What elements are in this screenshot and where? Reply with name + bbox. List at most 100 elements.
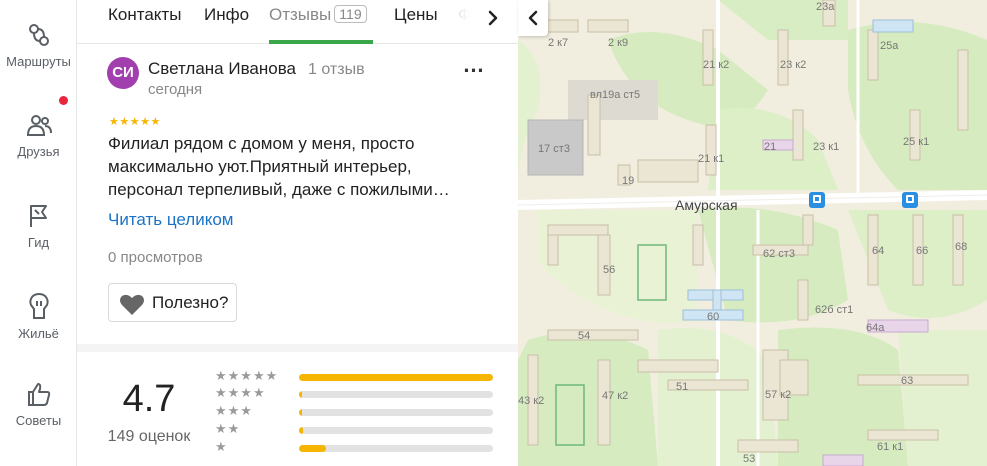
rating-row-fill (299, 391, 302, 398)
building-label: 2 к7 (548, 37, 568, 49)
friends-icon (26, 115, 52, 136)
building-label: вл19а ст5 (590, 89, 640, 101)
review-date: сегодня (148, 81, 203, 98)
building-label: 47 к2 (602, 390, 628, 402)
review-text: Филиал рядом с домом у меня, просто макс… (108, 134, 450, 199)
rail-item-routes[interactable]: Маршруты (0, 22, 77, 69)
rating-row-stars: ★★★★ (215, 385, 266, 400)
notification-dot (59, 96, 68, 105)
routes-icon (28, 24, 49, 46)
rating-row: ★★★★ (215, 385, 495, 400)
building-label: 25а (880, 40, 899, 52)
thumbs-up-icon (27, 383, 50, 406)
tab-prices[interactable]: Цены (394, 5, 438, 25)
building-label: 56 (603, 264, 615, 276)
useful-label: Полезно? (152, 293, 229, 312)
collapse-panel-button[interactable] (518, 0, 548, 36)
bus-stop-icon[interactable] (902, 192, 918, 208)
building-label: 23 к1 (813, 141, 839, 153)
building-label: 51 (676, 381, 688, 393)
rail-label-guide: Гид (27, 235, 50, 250)
chevron-left-icon (528, 10, 538, 26)
map[interactable]: 23а 2 к7 2 к9 25а 21 к2 23 к2 вл19а ст5 21 23 к1… (518, 0, 987, 466)
rail-label-housing: Жильё (18, 326, 59, 341)
building-label: 54 (578, 330, 590, 342)
rail-item-guide[interactable]: Гид (0, 203, 77, 250)
building-label: 23а (816, 1, 835, 13)
building-label: 2 к9 (608, 37, 628, 49)
rail-label-routes: Маршруты (6, 54, 71, 69)
tab-fade (442, 0, 482, 42)
app-root: Маршруты Друзья Гид Жильё Советы Контакт… (0, 0, 987, 466)
rail-item-housing[interactable]: Жильё (0, 292, 77, 341)
rating-row-track (299, 427, 493, 434)
rating-row-fill (299, 445, 327, 452)
rating-row-fill (299, 427, 303, 434)
rating-value: 4.7 (122, 378, 176, 420)
building-label: 64а (866, 322, 885, 334)
rating-row-track (299, 445, 493, 452)
building-label: 62 ст3 (763, 248, 795, 260)
guide-flag-icon (29, 205, 47, 227)
tab-reviews-label: Отзывы (269, 5, 332, 24)
rating-row-fill (299, 374, 493, 381)
building-label: 53 (743, 453, 755, 465)
building-label: 25 к1 (903, 136, 929, 148)
author-name[interactable]: Светлана Иванова (148, 59, 296, 78)
tabs-next-button[interactable] (479, 4, 507, 32)
chevron-right-icon (488, 10, 498, 26)
rating-count: 149 оценок (107, 428, 191, 445)
tab-reviews[interactable]: Отзывы 119 (269, 5, 367, 25)
heart-icon (120, 294, 144, 315)
rating-row-track (299, 409, 493, 416)
useful-button[interactable]: Полезно? (108, 283, 237, 322)
rating-row-stars: ★ (215, 439, 228, 454)
building-label: 57 к2 (765, 389, 791, 401)
building-label: 68 (955, 241, 967, 253)
building-label: 64 (872, 245, 884, 257)
building-label: 21 (764, 141, 776, 153)
rating-row: ★★★★★ (215, 368, 495, 383)
avatar[interactable]: СИ (107, 57, 139, 89)
building-label: 63 (901, 375, 913, 387)
tab-contacts[interactable]: Контакты (108, 5, 181, 25)
place-panel: Контакты Инфо Отзывы119 Цены Ф СИ Светла… (77, 0, 518, 466)
building-label: 19 (622, 175, 634, 187)
rail-item-tips[interactable]: Советы (0, 381, 77, 428)
read-more-link[interactable]: Читать целиком (108, 210, 234, 230)
ratings-summary: 4.7 149 оценок ★★★★★ ★★★★ ★★★ ★★ ★ (77, 344, 518, 466)
rating-row-fill (299, 409, 302, 416)
rail-item-friends[interactable]: Друзья (0, 112, 77, 159)
building-label: 62б ст1 (815, 304, 853, 316)
rating-row: ★★ (215, 421, 495, 436)
more-options-button[interactable]: … (460, 54, 488, 83)
rating-row-stars: ★★★ (215, 403, 253, 418)
building-label: 23 к2 (780, 59, 806, 71)
left-rail: Маршруты Друзья Гид Жильё Советы (0, 0, 77, 466)
building-label: 43 к2 (518, 395, 544, 407)
rating-row: ★ (215, 439, 495, 454)
rating-row-stars: ★★★★★ (215, 368, 279, 383)
rail-label-friends: Друзья (17, 144, 60, 159)
map-canvas: 23а 2 к7 2 к9 25а 21 к2 23 к2 вл19а ст5 21 23 к1… (518, 0, 987, 466)
bus-stop-icon[interactable] (809, 192, 825, 208)
tab-info[interactable]: Инфо (204, 5, 249, 25)
review-card: СИ Светлана Иванова 1 отзыв сегодня … ★★★… (77, 44, 518, 344)
building-label: 61 к1 (877, 441, 903, 453)
housing-icon (28, 292, 49, 319)
rating-row-track (299, 391, 493, 398)
reviews-count-badge: 119 (334, 5, 367, 23)
author-reviews-count: 1 отзыв (308, 61, 365, 78)
building-label: 66 (916, 245, 928, 257)
rating-row-track (299, 374, 493, 381)
rail-label-tips: Советы (15, 413, 62, 428)
building-label: 60 (707, 311, 719, 323)
building-label: 17 ст3 (538, 143, 570, 155)
review-author: Светлана Иванова 1 отзыв (148, 59, 365, 79)
building-label: 21 к1 (698, 153, 724, 165)
review-views: 0 просмотров (108, 249, 203, 266)
rating-row-stars: ★★ (215, 421, 241, 436)
rating-row: ★★★ (215, 403, 495, 418)
tab-bar: Контакты Инфо Отзывы119 Цены Ф (77, 0, 518, 44)
review-stars: ★★★★★ (109, 116, 161, 128)
